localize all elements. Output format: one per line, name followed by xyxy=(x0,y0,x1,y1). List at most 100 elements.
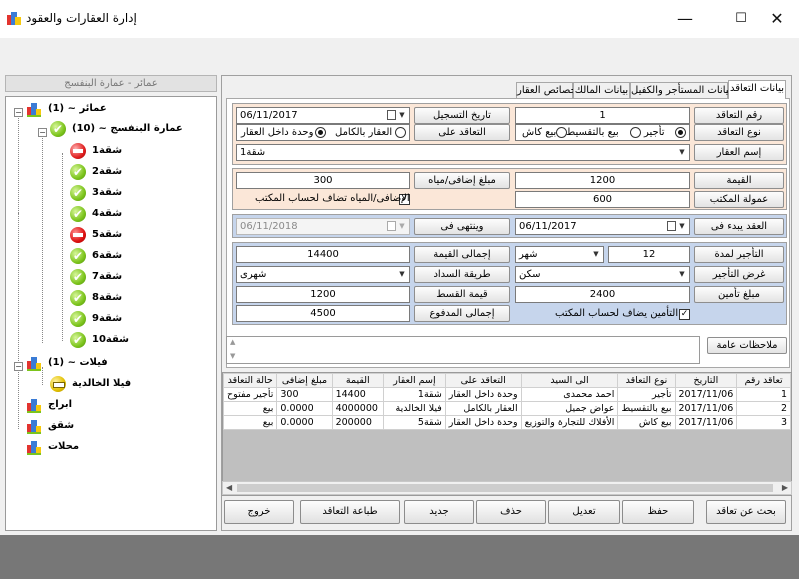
scroll-right-arrow[interactable]: ▶ xyxy=(782,483,788,492)
contract-no-label: رقم التعاقد xyxy=(694,107,784,124)
payment-method-label: طريقة السداد xyxy=(414,266,510,283)
sidebar-header: عمائر - عمارة البنفسج xyxy=(5,75,217,92)
minimize-button[interactable]: — xyxy=(662,0,708,38)
contract-on-group: العقار بالكامل وحدة داخل العقار xyxy=(236,124,410,141)
check-status-icon xyxy=(70,267,86,287)
value-label: القيمة xyxy=(694,172,784,189)
radio-whole-property[interactable] xyxy=(395,127,406,138)
column-header[interactable]: تعاقد رقم xyxy=(736,373,791,388)
scroll-up-arrow[interactable]: ▲ xyxy=(230,338,235,346)
print-contract-button[interactable]: طباعة التعاقد xyxy=(300,500,400,524)
search-contract-button[interactable]: بحث عن تعاقد xyxy=(706,500,786,524)
notes-label: ملاحظات عامة xyxy=(707,337,787,354)
scroll-down-arrow[interactable]: ▼ xyxy=(230,352,235,360)
tab-property-features[interactable]: خصائص العقار xyxy=(516,82,577,98)
tree-label: (10) ~ عمارة البنفسج xyxy=(72,123,183,134)
column-header[interactable]: القيمة xyxy=(331,373,385,388)
chevron-down-icon: ▼ xyxy=(399,111,405,119)
property-tree[interactable]: − (1) ~ عمائر − (10) ~ عمارة البنفسج شقة… xyxy=(5,96,217,531)
property-name-label: إسم العقار xyxy=(694,144,784,161)
delete-button[interactable]: حذف xyxy=(476,500,546,524)
tree-label: (1) ~ عمائر xyxy=(48,103,107,114)
insurance-field[interactable]: 2400 xyxy=(515,286,690,303)
collapse-toggle[interactable]: − xyxy=(14,362,23,371)
column-header[interactable]: التاريخ xyxy=(674,373,738,388)
duration-unit-select[interactable]: شهر ▼ xyxy=(515,246,604,263)
tree-label: (1) ~ فيلات xyxy=(48,357,108,368)
end-date-picker: 06/11/2018 ▼ xyxy=(236,218,410,235)
tab-owner[interactable]: بيانات المالك xyxy=(573,82,630,98)
option-cash-label: بيع كاش xyxy=(522,127,557,138)
main-window: عمائر - عمارة البنفسج − (1) ~ عمائر − (1… xyxy=(0,38,799,535)
chevron-down-icon: ▼ xyxy=(593,250,599,258)
reg-date-picker[interactable]: 06/11/2017 ▼ xyxy=(236,107,410,124)
extra-to-office-label: الإضافى/المياه تضاف لحساب المكتب xyxy=(255,193,410,204)
radio-rent[interactable] xyxy=(675,127,686,138)
end-date-value: 06/11/2018 xyxy=(240,221,298,232)
purpose-select[interactable]: سكن ▼ xyxy=(515,266,690,283)
collapse-toggle[interactable]: − xyxy=(38,128,47,137)
value-field[interactable]: 1200 xyxy=(515,172,690,189)
exit-button[interactable]: خروج xyxy=(224,500,294,524)
installment-label: قيمة القسط xyxy=(414,286,510,303)
property-name-select[interactable]: شقة1 ▼ xyxy=(236,144,690,161)
extra-label: مبلغ إضافى/مياه xyxy=(414,172,510,189)
window-title: إدارة العقارات والعقود xyxy=(26,11,137,25)
extra-field[interactable]: 300 xyxy=(236,172,410,189)
payment-method-select[interactable]: شهرى ▼ xyxy=(236,266,410,283)
column-header[interactable]: التعاقد على xyxy=(444,373,522,388)
table-row[interactable]: 2 2017/11/06 بيع بالتقسيط عواض جميل العق… xyxy=(223,401,791,416)
column-header[interactable]: مبلغ إضافى xyxy=(276,373,333,388)
radio-unit-in-property[interactable] xyxy=(315,127,326,138)
purpose-label: غرض التأجير xyxy=(694,266,784,283)
building-icon xyxy=(27,103,41,117)
save-button[interactable]: حفظ xyxy=(622,500,694,524)
duration-field[interactable]: 12 xyxy=(608,246,690,263)
chevron-down-icon: ▼ xyxy=(399,222,405,230)
contract-type-label: نوع التعاقد xyxy=(694,124,784,141)
close-button[interactable]: ✕ xyxy=(754,0,799,38)
option-rent-label: تأجير xyxy=(644,127,665,138)
start-date-picker[interactable]: 06/11/2017 ▼ xyxy=(515,218,690,235)
building-icon xyxy=(27,399,41,413)
tab-tenant-guarantor[interactable]: بيانات المستأجر والكفيل xyxy=(630,82,732,98)
table-row[interactable]: 3 2017/11/06 بيع كاش الأفلاك للتجارة وال… xyxy=(223,415,791,430)
contracts-grid[interactable]: تعاقد رقم التاريخ نوع التعاقد الى السيد … xyxy=(222,372,792,496)
radio-cash[interactable] xyxy=(556,127,567,138)
table-header-row: تعاقد رقم التاريخ نوع التعاقد الى السيد … xyxy=(223,373,791,388)
tab-contract[interactable]: بيانات التعاقد xyxy=(728,80,786,99)
notes-textarea[interactable]: ▲ ▼ xyxy=(226,336,700,364)
contract-no-field[interactable]: 1 xyxy=(515,107,690,124)
check-status-icon xyxy=(70,288,86,308)
collapse-toggle[interactable]: − xyxy=(14,108,23,117)
column-header[interactable]: الى السيد xyxy=(520,373,619,388)
commission-field[interactable]: 600 xyxy=(515,191,690,208)
chevron-down-icon: ▼ xyxy=(679,270,685,278)
edit-button[interactable]: تعديل xyxy=(548,500,620,524)
column-header[interactable]: نوع التعاقد xyxy=(617,373,676,388)
end-label: وينتهى فى xyxy=(414,218,510,235)
check-status-icon xyxy=(50,119,66,139)
table-row[interactable]: 1 2017/11/06 تأجير احمد محمدى وحدة داخل … xyxy=(223,387,791,402)
scrollbar-thumb[interactable] xyxy=(237,484,773,492)
check-status-icon xyxy=(70,330,86,350)
insurance-to-office-checkbox[interactable]: ✓ xyxy=(679,309,690,320)
radio-installment[interactable] xyxy=(630,127,641,138)
pending-status-icon xyxy=(50,376,66,392)
paid-field[interactable]: 4500 xyxy=(236,305,410,322)
check-status-icon xyxy=(70,162,86,182)
rented-status-icon xyxy=(70,143,86,159)
total-value-field[interactable]: 14400 xyxy=(236,246,410,263)
column-header[interactable]: حالة التعاقد xyxy=(223,373,278,388)
scroll-left-arrow[interactable]: ◀ xyxy=(226,483,232,492)
horizontal-scrollbar[interactable]: ◀ ▶ xyxy=(222,481,792,495)
column-header[interactable]: إسم العقار xyxy=(383,373,446,388)
chevron-down-icon: ▼ xyxy=(679,148,685,156)
commission-label: عمولة المكتب xyxy=(694,191,784,208)
reg-date-value: 06/11/2017 xyxy=(240,110,298,121)
new-button[interactable]: جديد xyxy=(404,500,474,524)
reg-date-label: تاريخ التسجيل xyxy=(414,107,510,124)
stop-status-icon xyxy=(70,227,86,243)
insurance-to-office-label: التأمين يضاف لحساب المكتب xyxy=(555,308,679,319)
installment-field[interactable]: 1200 xyxy=(236,286,410,303)
